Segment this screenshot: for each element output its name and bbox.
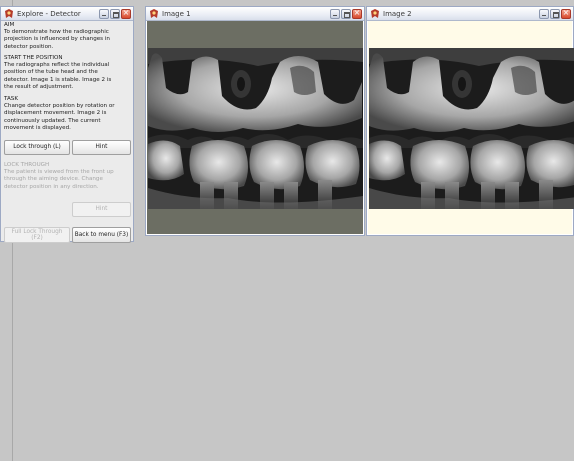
- start-position-line: The radiographs reflect the individual: [4, 62, 110, 69]
- start-position-line: the result of adjustment.: [4, 83, 74, 90]
- start-position-heading: START THE POSITION: [4, 55, 63, 61]
- aim-heading: AIM: [4, 22, 15, 28]
- lock-through-line: detector position in any direction.: [4, 183, 99, 190]
- image2-canvas: [368, 21, 574, 234]
- task-line: continuously updated. The current: [4, 117, 101, 124]
- image1-titlebar[interactable]: Image 1 ×: [146, 7, 364, 21]
- start-position-section: START THE POSITION The radiographs refle…: [4, 55, 132, 91]
- maximize-icon[interactable]: [341, 8, 351, 19]
- image2-titlebar[interactable]: Image 2 ×: [367, 7, 573, 21]
- aim-line: To demonstrate how the radiographic: [4, 29, 109, 36]
- image1-title: Image 1: [162, 9, 191, 18]
- dental-radiograph-2[interactable]: [369, 48, 574, 209]
- explorer-window: Explore - Detector × AIM To demonstrate …: [0, 6, 134, 243]
- lock-through-line: through the aiming device. Change: [4, 176, 103, 183]
- image1-window: Image 1 ×: [145, 6, 365, 236]
- back-to-menu-button[interactable]: Back to menu (F3): [72, 227, 131, 243]
- image2-title: Image 2: [383, 9, 412, 18]
- maximize-icon[interactable]: [550, 8, 560, 19]
- minimize-icon[interactable]: [99, 8, 109, 19]
- aim-line: projection is influenced by changes in: [4, 36, 110, 43]
- xray-image: [148, 48, 363, 209]
- task-line: movement is displayed.: [4, 124, 71, 131]
- xray-image: [369, 48, 574, 209]
- dental-radiograph-1[interactable]: [148, 48, 363, 209]
- explorer-titlebar[interactable]: Explore - Detector ×: [1, 7, 133, 21]
- hint-button-disabled[interactable]: Hint: [72, 202, 131, 217]
- task-section: TASK Change detector position by rotatio…: [4, 96, 132, 132]
- full-lock-through-button[interactable]: Full Lock Through (F2): [4, 227, 70, 243]
- image2-window: Image 2 ×: [366, 6, 574, 236]
- lock-through-line: The patient is viewed from the front up: [4, 169, 114, 176]
- aim-section: AIM To demonstrate how the radiographic …: [4, 22, 132, 51]
- task-line: displacement movement. Image 2 is: [4, 110, 107, 117]
- aim-line: detector position.: [4, 43, 54, 50]
- lock-through-button[interactable]: Lock through (L): [4, 140, 70, 155]
- close-icon[interactable]: ×: [561, 8, 571, 19]
- close-icon[interactable]: ×: [352, 8, 362, 19]
- xray-app-icon: [5, 8, 13, 18]
- minimize-icon[interactable]: [539, 8, 549, 19]
- xray-app-icon: [150, 8, 158, 18]
- start-position-line: position of the tube head and the: [4, 69, 98, 76]
- lock-through-section: LOCK THROUGH The patient is viewed from …: [4, 162, 132, 191]
- image1-canvas: [147, 21, 363, 234]
- task-heading: TASK: [4, 96, 19, 102]
- hint-button[interactable]: Hint: [72, 140, 131, 155]
- maximize-icon[interactable]: [110, 8, 120, 19]
- explorer-title: Explore - Detector: [17, 9, 81, 18]
- explorer-content: AIM To demonstrate how the radiographic …: [2, 21, 132, 243]
- xray-app-icon: [371, 8, 379, 18]
- start-position-line: detector. Image 1 is stable. Image 2 is: [4, 76, 112, 83]
- minimize-icon[interactable]: [330, 8, 340, 19]
- task-line: Change detector position by rotation or: [4, 103, 115, 110]
- close-icon[interactable]: ×: [121, 8, 131, 19]
- lock-through-heading: LOCK THROUGH: [4, 162, 50, 168]
